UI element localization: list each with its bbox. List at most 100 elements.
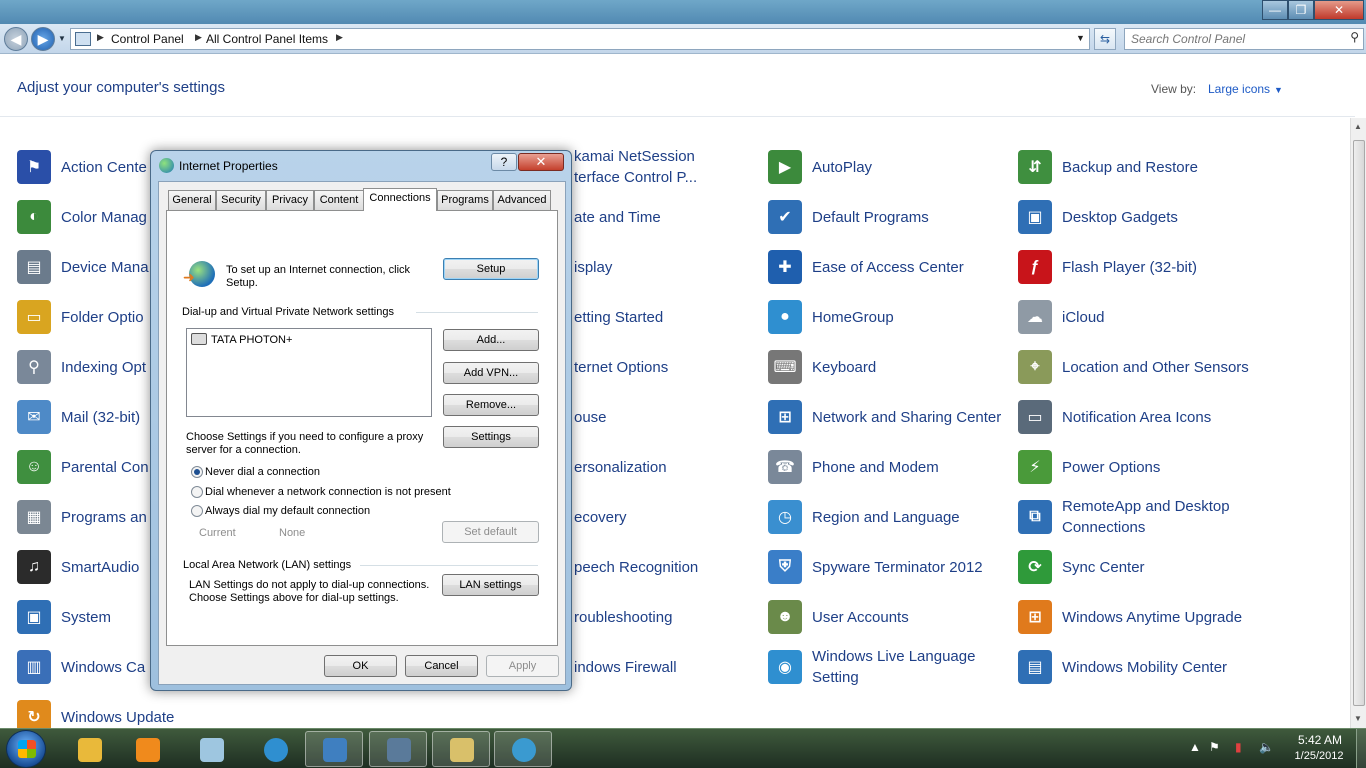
taskbar-device[interactable] <box>369 731 427 767</box>
breadcrumb-separator-icon[interactable]: ▶ <box>336 32 343 43</box>
cp-item-label: Spyware Terminator 2012 <box>812 558 983 576</box>
tab-programs[interactable]: Programs <box>437 190 493 210</box>
cp-item-region-language[interactable]: ◷ Region and Language <box>768 495 1008 539</box>
scroll-down-icon[interactable]: ▼ <box>1354 714 1362 723</box>
cp-item-desktop-gadgets[interactable]: ▣ Desktop Gadgets <box>1018 195 1258 239</box>
tab-privacy[interactable]: Privacy <box>266 190 314 210</box>
cp-item-keyboard[interactable]: ⌨ Keyboard <box>768 345 1008 389</box>
cp-item-spyware-terminator[interactable]: ⛨ Spyware Terminator 2012 <box>768 545 1008 589</box>
start-button[interactable] <box>6 730 46 768</box>
radio-always-dial-label[interactable]: Always dial my default connection <box>205 505 370 518</box>
radio-dial-whenever-label[interactable]: Dial whenever a network connection is no… <box>205 486 451 499</box>
scrollbar-thumb[interactable] <box>1353 140 1365 706</box>
radio-never-dial[interactable] <box>191 466 203 478</box>
settings-button[interactable]: Settings <box>443 426 539 448</box>
radio-dial-whenever[interactable] <box>191 486 203 498</box>
remove-button[interactable]: Remove... <box>443 394 539 416</box>
cp-item-label: ate and Time <box>574 208 661 226</box>
show-hidden-icons-icon[interactable]: ▲ <box>1189 740 1201 754</box>
radio-always-dial[interactable] <box>191 505 203 517</box>
show-desktop-button[interactable] <box>1356 729 1366 768</box>
tab-general[interactable]: General <box>168 190 216 210</box>
tab-advanced[interactable]: Advanced <box>493 190 551 210</box>
vertical-scrollbar[interactable]: ▲ ▼ <box>1350 118 1366 728</box>
notification-area-icon: ▭ <box>1018 400 1052 434</box>
dialog-close-button[interactable]: ✕ <box>518 153 564 171</box>
current-value: None <box>279 527 306 539</box>
cp-item-icloud[interactable]: ☁ iCloud <box>1018 295 1258 339</box>
volume-icon[interactable]: 🔈 <box>1259 740 1274 754</box>
cp-item-notification-area[interactable]: ▭ Notification Area Icons <box>1018 395 1258 439</box>
taskbar-internet-explorer[interactable] <box>246 731 304 767</box>
cp-item-mobility-center[interactable]: ▤ Windows Mobility Center <box>1018 645 1258 689</box>
breadcrumb-control-panel[interactable]: Control Panel <box>111 32 184 46</box>
taskbar-media-player[interactable] <box>118 731 176 767</box>
forward-button[interactable]: ▶ <box>31 27 55 51</box>
ok-button[interactable]: OK <box>324 655 397 677</box>
cp-item-sync-center[interactable]: ⟳ Sync Center <box>1018 545 1258 589</box>
cp-item-label: Default Programs <box>812 208 929 226</box>
cancel-button[interactable]: Cancel <box>405 655 478 677</box>
breadcrumb-all-items[interactable]: All Control Panel Items <box>206 32 328 46</box>
cp-item-power-options[interactable]: ⚡ Power Options <box>1018 445 1258 489</box>
view-by-dropdown[interactable]: Large icons ▼ <box>1208 82 1283 96</box>
radio-never-dial-label[interactable]: Never dial a connection <box>205 466 320 479</box>
cp-item-backup-restore[interactable]: ⇵ Backup and Restore <box>1018 145 1258 189</box>
cp-item-default-programs[interactable]: ✔ Default Programs <box>768 195 1008 239</box>
setup-button[interactable]: Setup <box>443 258 539 280</box>
scroll-up-icon[interactable]: ▲ <box>1354 122 1362 131</box>
network-icon[interactable]: ▮ <box>1235 740 1242 754</box>
address-dropdown-icon[interactable]: ▼ <box>1076 33 1085 43</box>
connection-list[interactable]: TATA PHOTON+ <box>186 328 432 417</box>
clock-time[interactable]: 5:42 AM <box>1290 733 1350 747</box>
taskbar-explorer[interactable] <box>60 731 118 767</box>
recent-pages-dropdown[interactable]: ▼ <box>58 34 66 43</box>
search-input[interactable]: Search Control Panel ⚲ <box>1124 28 1364 50</box>
tab-security[interactable]: Security <box>216 190 266 210</box>
close-window-button[interactable]: ✕ <box>1314 0 1364 20</box>
tab-content[interactable]: Content <box>314 190 364 210</box>
taskbar-internet-properties[interactable] <box>494 731 552 767</box>
set-default-button[interactable]: Set default <box>442 521 539 543</box>
cp-item-location-sensors[interactable]: ⌖ Location and Other Sensors <box>1018 345 1258 389</box>
connection-item[interactable]: TATA PHOTON+ <box>211 334 292 347</box>
breadcrumb-separator-icon[interactable]: ▶ <box>195 32 202 43</box>
taskbar-paint[interactable] <box>432 731 490 767</box>
homegroup-icon: ● <box>768 300 802 334</box>
cp-item-autoplay[interactable]: ▶ AutoPlay <box>768 145 1008 189</box>
lan-settings-button[interactable]: LAN settings <box>442 574 539 596</box>
cp-item-flash-player[interactable]: ƒ Flash Player (32-bit) <box>1018 245 1258 289</box>
back-button[interactable]: ◀ <box>4 27 28 51</box>
cp-item-phone-modem[interactable]: ☎ Phone and Modem <box>768 445 1008 489</box>
tab-connections[interactable]: Connections <box>363 188 437 211</box>
taskbar-notepad[interactable] <box>182 731 240 767</box>
search-icon[interactable]: ⚲ <box>1350 30 1359 44</box>
action-center-flag-icon[interactable]: ⚑ <box>1209 740 1220 754</box>
cp-item-windows-anytime-upgrade[interactable]: ⊞ Windows Anytime Upgrade <box>1018 595 1258 639</box>
cp-item-homegroup[interactable]: ● HomeGroup <box>768 295 1008 339</box>
refresh-button[interactable]: ⇆ <box>1094 28 1116 50</box>
help-button[interactable]: ? <box>491 153 517 171</box>
apply-button[interactable]: Apply <box>486 655 559 677</box>
cp-item-network-sharing[interactable]: ⊞ Network and Sharing Center <box>768 395 1008 439</box>
navigation-bar: ◀ ▶ ▼ ▶ Control Panel ▶ All Control Pane… <box>0 24 1366 54</box>
address-bar[interactable]: ▶ Control Panel ▶ All Control Panel Item… <box>70 28 1090 50</box>
cp-item-remoteapp[interactable]: ⧉ RemoteApp and Desktop Connections <box>1018 495 1258 539</box>
cp-item-windows-live-language[interactable]: ◉ Windows Live Language Setting <box>768 645 1008 689</box>
taskbar-control-panel[interactable] <box>305 731 363 767</box>
breadcrumb-separator-icon[interactable]: ▶ <box>97 32 104 43</box>
view-by-label: View by: <box>1151 82 1197 96</box>
device-manager-icon: ▤ <box>17 250 51 284</box>
add-vpn-button[interactable]: Add VPN... <box>443 362 539 384</box>
mail-icon: ✉ <box>17 400 51 434</box>
cp-item-label: Flash Player (32-bit) <box>1062 258 1198 276</box>
system-icon: ▣ <box>17 600 51 634</box>
cp-item-ease-of-access[interactable]: ✚ Ease of Access Center <box>768 245 1008 289</box>
clock-date[interactable]: 1/25/2012 <box>1288 750 1350 762</box>
maximize-button[interactable]: ❐ <box>1288 0 1314 20</box>
cp-item-user-accounts[interactable]: ☻ User Accounts <box>768 595 1008 639</box>
add-button[interactable]: Add... <box>443 329 539 351</box>
smartaudio-icon: ♫ <box>17 550 51 584</box>
minimize-button[interactable]: — <box>1262 0 1288 20</box>
cp-item-label: kamai NetSession terface Control P... <box>574 148 698 186</box>
